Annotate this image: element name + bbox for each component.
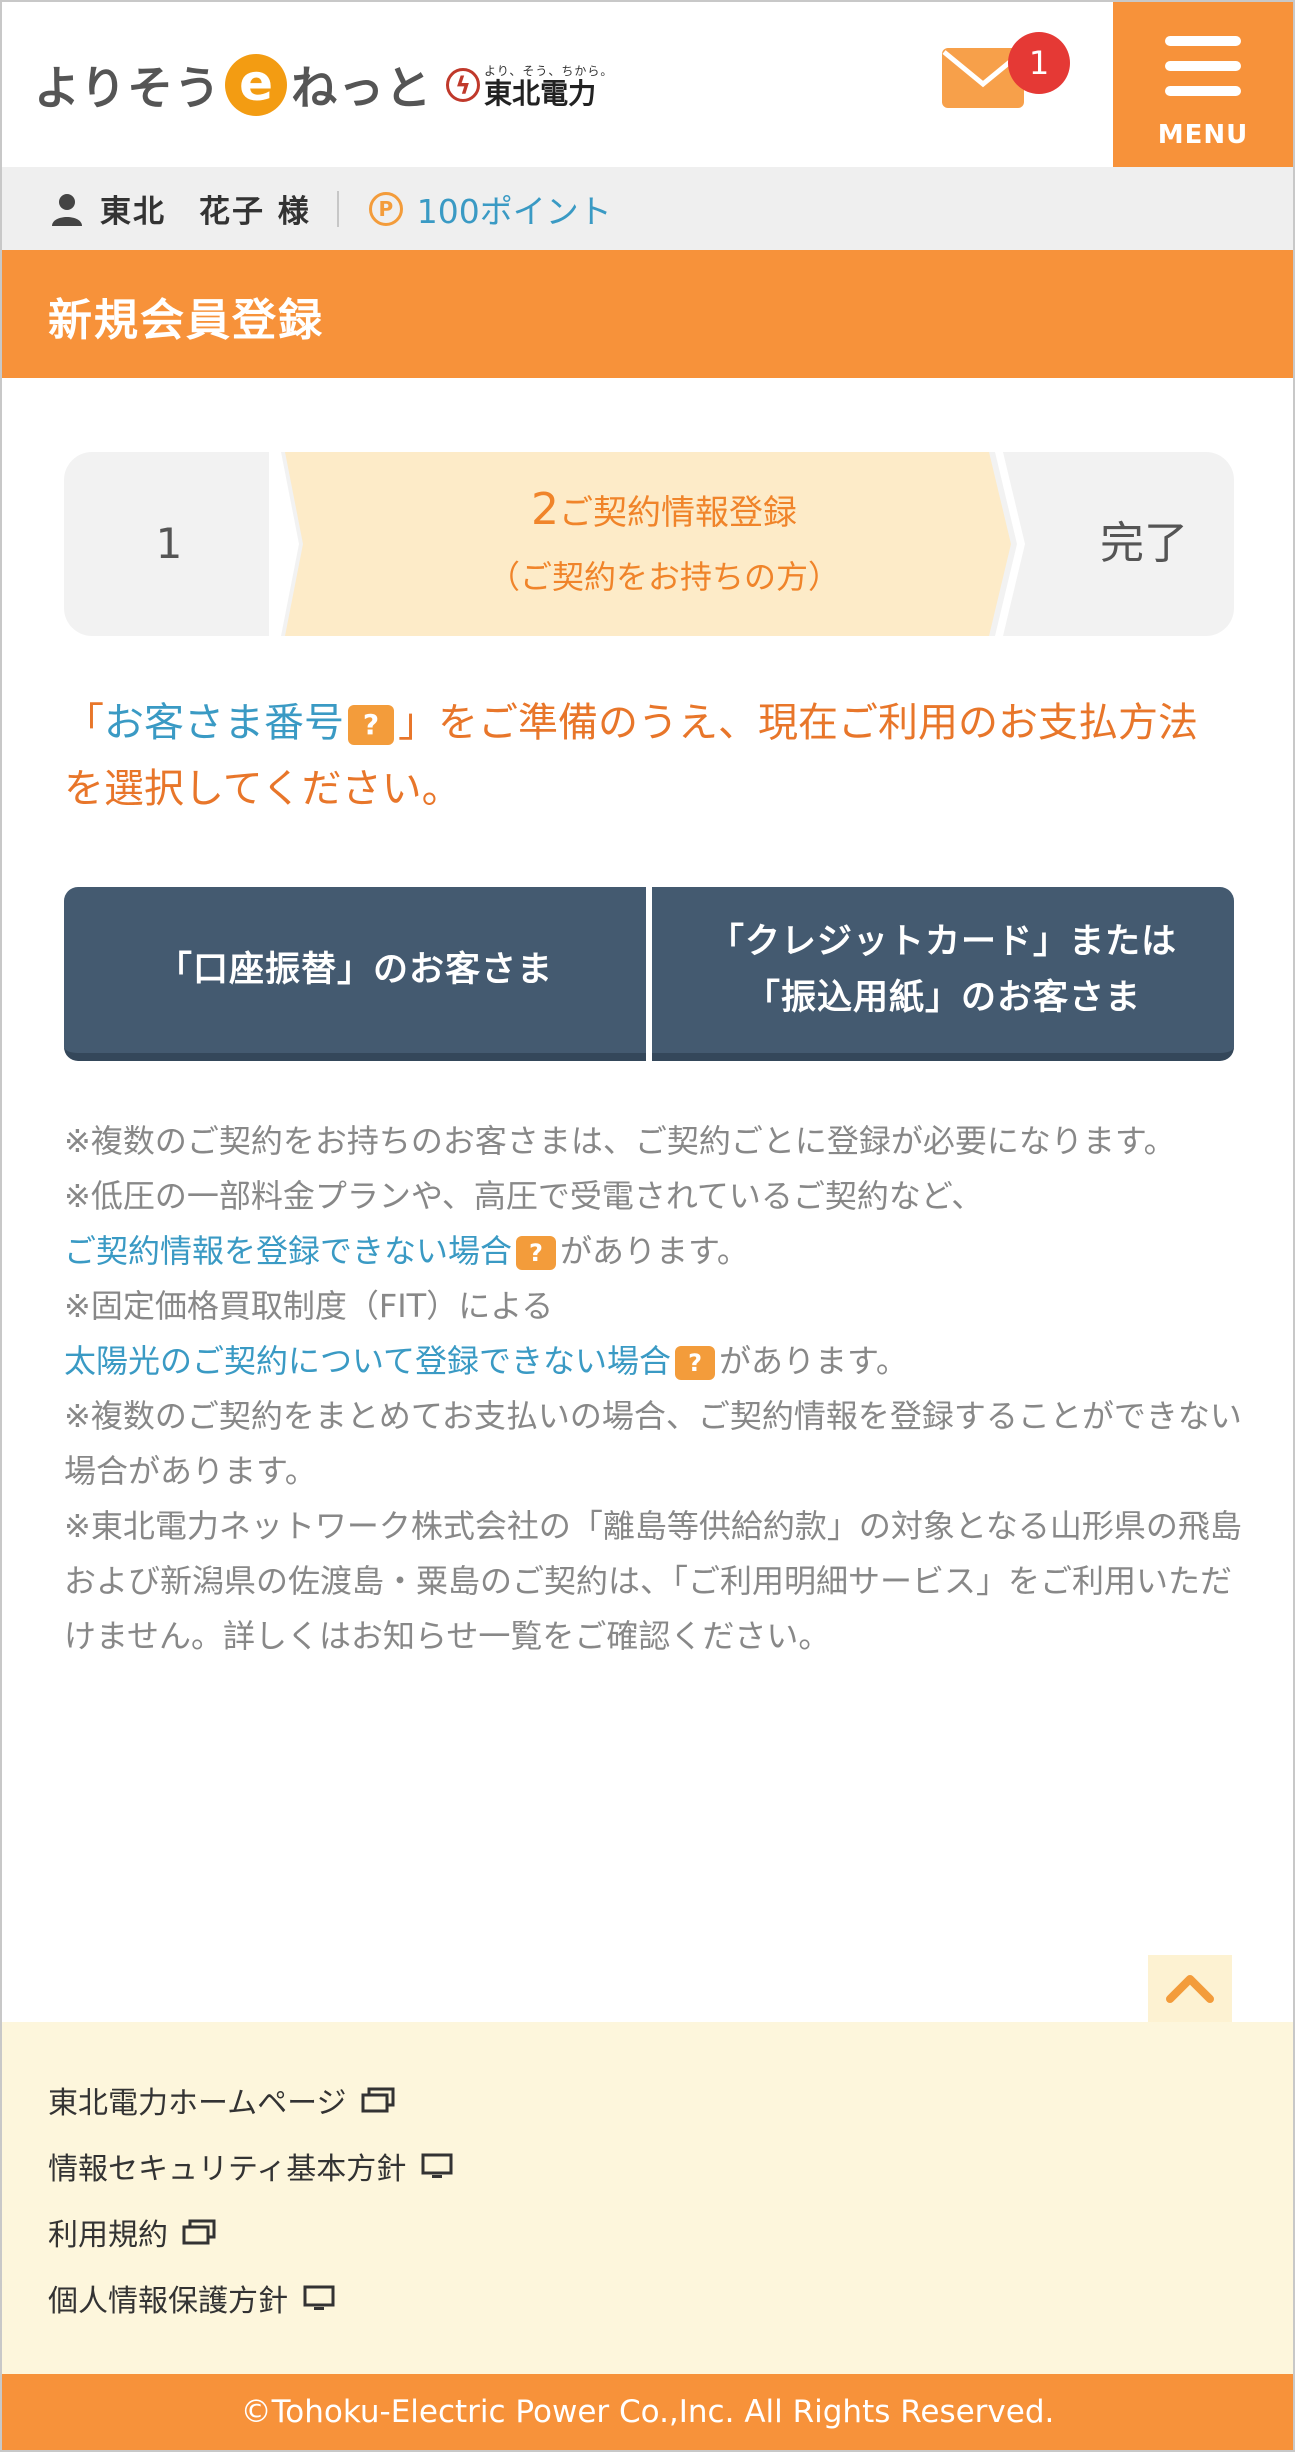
mail-count-badge[interactable]: 1 xyxy=(1008,32,1070,94)
note-5: ※東北電力ネットワーク株式会社の「離島等供給約款」の対象となる山形県の飛島および… xyxy=(64,1507,1242,1655)
card-line-2: 「振込用紙」のお客さま xyxy=(744,978,1141,1018)
site-footer: 東北電力ホームページ 情報セキュリティ基本方針 利用規約 個人情報保護方針 xyxy=(2,2022,1293,2374)
footer-link-label: 個人情報保護方針 xyxy=(48,2284,288,2319)
logo-prefix: よりそう xyxy=(34,61,222,115)
step-2: 2ご契約情報登録 （ご契約をお持ちの方） xyxy=(274,452,1054,636)
bank-transfer-label: 「口座振替」のお客さま xyxy=(156,950,553,990)
menu-button[interactable]: MENU xyxy=(1113,2,1293,167)
point-icon: P xyxy=(368,191,403,226)
footer-link-label: 東北電力ホームページ xyxy=(48,2086,347,2121)
note-2: ※低圧の一部料金プランや、高圧で受電されているご契約など、 xyxy=(64,1177,984,1215)
footer-link-security-policy[interactable]: 情報セキュリティ基本方針 xyxy=(48,2144,454,2188)
brand-name: 東北電力 xyxy=(484,76,597,110)
page-title: 新規会員登録 xyxy=(48,295,324,346)
footer-link-label: 利用規約 xyxy=(48,2218,168,2253)
footer-link-label: 情報セキュリティ基本方針 xyxy=(48,2152,407,2187)
tohoku-brand: ϟ より、そう、ちから。 東北電力 xyxy=(446,62,613,109)
note-4: ※複数のご契約をまとめてお支払いの場合、ご契約情報を登録することができない場合が… xyxy=(64,1397,1242,1490)
brand-slogan: より、そう、ちから。 xyxy=(484,63,614,78)
footer-link-terms[interactable]: 利用規約 xyxy=(48,2210,216,2254)
step-1: 1 xyxy=(155,519,183,568)
external-window-icon xyxy=(182,2219,216,2245)
lightning-icon: ϟ xyxy=(446,68,481,102)
help-icon[interactable]: ? xyxy=(348,705,394,745)
help-icon[interactable]: ? xyxy=(516,1236,557,1270)
copyright: ©Tohoku-Electric Power Co.,Inc. All Righ… xyxy=(2,2374,1293,2450)
notes: ※複数のご契約をお持ちのお客さまは、ご契約ごとに登録が必要になります。 ※低圧の… xyxy=(64,1114,1244,1664)
site-logo[interactable]: よりそう e ねっと ϟ より、そう、ちから。 東北電力 xyxy=(34,50,613,120)
solar-contract-link[interactable]: 太陽光のご契約について登録できない場合 xyxy=(64,1342,671,1380)
page-frame: よりそう e ねっと ϟ より、そう、ちから。 東北電力 1 MENU 東北 花… xyxy=(0,0,1295,2452)
user-icon xyxy=(52,193,82,226)
note-2-tail: があります。 xyxy=(560,1232,749,1270)
note-3: ※固定価格買取制度（FIT）による xyxy=(64,1287,554,1325)
hamburger-icon xyxy=(1165,36,1241,111)
logo-e-icon: e xyxy=(225,54,288,116)
logo-suffix: ねっと xyxy=(291,61,433,115)
external-window-icon xyxy=(361,2087,394,2113)
card-or-slip-button[interactable]: 「クレジットカード」または 「振込用紙」のお客さま xyxy=(652,887,1234,1061)
note-2-line: ご契約情報を登録できない場合? があります。 xyxy=(64,1224,1244,1279)
step-2-sub: （ご契約をお持ちの方） xyxy=(487,558,840,596)
customer-number-link[interactable]: お客さま番号 xyxy=(104,700,344,746)
site-header: よりそう e ねっと ϟ より、そう、ちから。 東北電力 1 MENU xyxy=(2,2,1293,167)
divider xyxy=(336,190,339,227)
menu-label: MENU xyxy=(1157,120,1249,150)
instruction-text: 「お客さま番号? 」をご準備のうえ、現在ご利用のお支払方法を選択してください。 xyxy=(64,690,1234,822)
user-name: 東北 花子 様 xyxy=(100,194,311,230)
chevron-up-icon xyxy=(1166,1975,1214,2003)
cannot-register-link[interactable]: ご契約情報を登録できない場合 xyxy=(64,1232,512,1270)
payment-method-buttons: 「口座振替」のお客さま 「クレジットカード」または 「振込用紙」のお客さま xyxy=(64,887,1234,1061)
step-3: 完了 xyxy=(1100,518,1188,569)
step-2-label: 2ご契約情報登録 xyxy=(334,484,994,535)
step-2-text: ご契約情報登録 xyxy=(559,493,797,533)
points-link[interactable]: 100ポイント xyxy=(417,185,612,233)
step-2-number: 2 xyxy=(531,484,559,535)
footer-link-privacy-policy[interactable]: 個人情報保護方針 xyxy=(48,2276,336,2320)
title-bar: 新規会員登録 xyxy=(2,250,1293,378)
bank-transfer-button[interactable]: 「口座振替」のお客さま xyxy=(64,887,646,1061)
progress-steps: 1 2ご契約情報登録 （ご契約をお持ちの方） 完了 xyxy=(64,452,1234,636)
instruction-bracket: 「 xyxy=(64,700,104,746)
note-3-tail: があります。 xyxy=(719,1342,908,1380)
note-1: ※複数のご契約をお持ちのお客さまは、ご契約ごとに登録が必要になります。 xyxy=(64,1122,1176,1160)
monitor-icon xyxy=(303,2285,335,2310)
monitor-icon xyxy=(421,2153,453,2178)
note-3-line: 太陽光のご契約について登録できない場合? があります。 xyxy=(64,1334,1244,1389)
help-icon[interactable]: ? xyxy=(675,1346,716,1380)
footer-link-tohoku-home[interactable]: 東北電力ホームページ xyxy=(48,2078,395,2122)
user-bar: 東北 花子 様 P 100ポイント xyxy=(2,167,1293,250)
card-line-1: 「クレジットカード」または xyxy=(708,922,1177,962)
back-to-top-button[interactable] xyxy=(1148,1955,1232,2023)
